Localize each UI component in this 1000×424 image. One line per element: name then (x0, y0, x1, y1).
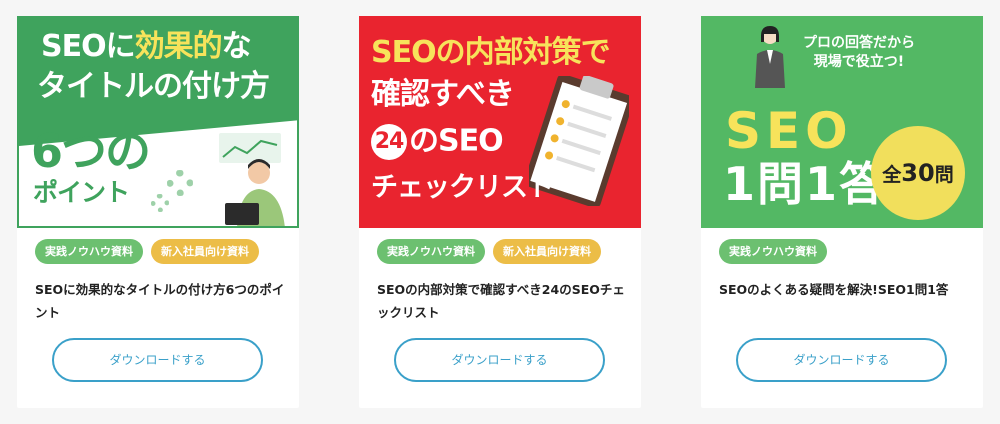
tag-new-employee[interactable]: 新入社員向け資料 (151, 239, 259, 264)
person-with-laptop-illustration (219, 133, 285, 226)
card-title[interactable]: SEOの内部対策で確認すべき24のSEOチェックリスト (377, 278, 627, 324)
download-button[interactable]: ダウンロードする (736, 338, 947, 382)
card-thumbnail[interactable]: プロの回答だから 現場で役立つ! SEO 1問1答 全30問 (701, 16, 983, 228)
thumbnail-big-text-2: 1問1答 (723, 157, 888, 211)
card-title[interactable]: SEOに効果的なタイトルの付け方6つのポイント (35, 278, 285, 324)
thumbnail-big-text: 6つの (31, 124, 151, 178)
tag-practical-knowhow[interactable]: 実践ノウハウ資料 (719, 239, 827, 264)
thumbnail-heading-line4: チェックリスト (371, 172, 554, 203)
tag-new-employee[interactable]: 新入社員向け資料 (493, 239, 601, 264)
thumbnail-heading-line2: 確認すべき (371, 77, 515, 112)
thumbnail-speech-bubble: プロの回答だから 現場で役立つ! (803, 35, 915, 70)
number-badge: 24 (371, 124, 407, 160)
resource-card-seo-title: SEOに効果的な タイトルの付け方 6つの ポイント 実践ノウハウ資料 新入社員… (17, 16, 299, 408)
resource-card-seo-qa: プロの回答だから 現場で役立つ! SEO 1問1答 全30問 実践ノウハウ資料 … (701, 16, 983, 408)
tag-practical-knowhow[interactable]: 実践ノウハウ資料 (35, 239, 143, 264)
card-thumbnail[interactable]: SEOに効果的な タイトルの付け方 6つの ポイント (17, 16, 299, 228)
thumbnail-heading-line2: タイトルの付け方 (37, 69, 270, 104)
thumbnail-sub-text: ポイント (33, 178, 130, 207)
thumbnail-heading-line1: SEOに効果的な (41, 29, 252, 64)
tag-list: 実践ノウハウ資料 (719, 239, 827, 264)
thumbnail-big-text: SEO (725, 102, 853, 160)
gear-icon-small (151, 194, 169, 212)
tag-practical-knowhow[interactable]: 実践ノウハウ資料 (377, 239, 485, 264)
tag-list: 実践ノウハウ資料 新入社員向け資料 (377, 239, 601, 264)
download-button[interactable]: ダウンロードする (52, 338, 263, 382)
thumbnail-heading-line1: SEOの内部対策で (371, 35, 611, 70)
card-thumbnail[interactable]: SEOの内部対策で 確認すべき 24 のSEO チェックリスト (359, 16, 641, 228)
tag-list: 実践ノウハウ資料 新入社員向け資料 (35, 239, 259, 264)
question-count-badge: 全30問 (871, 126, 965, 220)
card-title[interactable]: SEOのよくある疑問を解決!SEO1問1答 (719, 278, 969, 301)
download-button[interactable]: ダウンロードする (394, 338, 605, 382)
gear-icon (167, 170, 193, 196)
resource-card-seo-checklist: SEOの内部対策で 確認すべき 24 のSEO チェックリスト 実践ノウハウ資料 … (359, 16, 641, 408)
thumbnail-heading-line3: 24 のSEO (371, 124, 504, 160)
